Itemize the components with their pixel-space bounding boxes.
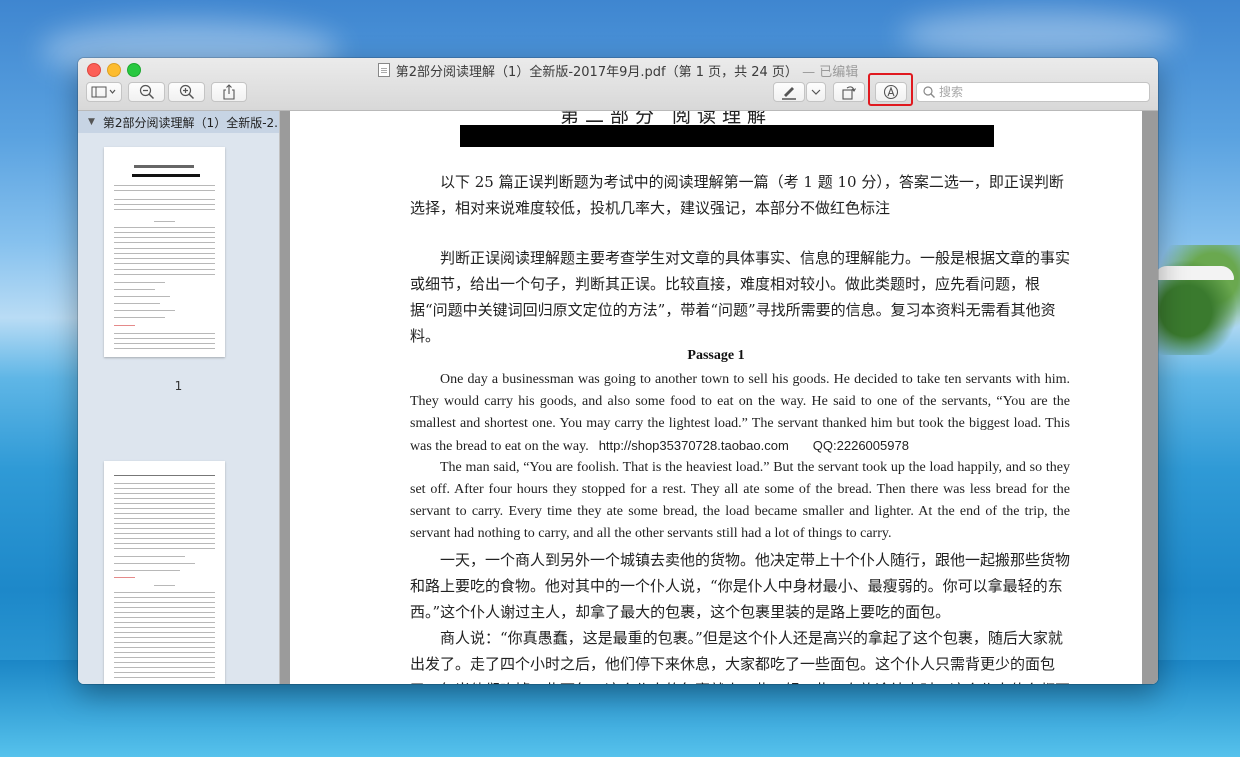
chinese-translation-2: 商人说：“你真愚蠢，这是最重的包裹。”但是这个仆人还是高兴的拿起了这个包裹，随后… xyxy=(410,629,1070,684)
preview-window: 第2部分阅读理解（1）全新版-2017年9月.pdf（第 1 页，共 24 页）… xyxy=(78,58,1158,684)
search-icon xyxy=(923,86,935,98)
document-viewer[interactable]: 第二部分 阅读理解 以下 25 篇正误判断题为考试中的阅读理解第一篇（考 1 题… xyxy=(280,111,1158,684)
watermark-qq: QQ:2226005978 xyxy=(812,438,909,453)
thumbnail-sidebar: ▼ 第2部分阅读理解（1）全新版-2... 1 xyxy=(78,111,280,684)
pen-icon xyxy=(782,87,796,100)
zoom-out-icon xyxy=(139,84,154,100)
edited-status: — 已编辑 xyxy=(797,65,859,80)
titlebar: 第2部分阅读理解（1）全新版-2017年9月.pdf（第 1 页，共 24 页）… xyxy=(78,58,1158,111)
english-paragraph-1: One day a businessman was going to anoth… xyxy=(410,369,1070,458)
chinese-translation-1: 一天，一个商人到另外一个城镇去卖他的货物。他决定带上十个仆人随行，跟他一起搬那些… xyxy=(410,551,1071,621)
chevron-down-icon xyxy=(811,89,821,95)
passage-title: Passage 1 xyxy=(687,348,745,363)
search-input[interactable] xyxy=(935,85,1139,99)
window-title-text: 第2部分阅读理解（1）全新版-2017年9月.pdf（第 1 页，共 24 页） xyxy=(395,65,798,80)
guide-paragraph: 判断正误阅读理解题主要考查学生对文章的具体事实、信息的理解能力。一般是根据文章的… xyxy=(410,249,1071,345)
highlight-pen-button[interactable] xyxy=(773,82,805,102)
rotate-button[interactable] xyxy=(833,82,865,102)
sidebar-document-name: 第2部分阅读理解（1）全新版-2... xyxy=(102,115,279,130)
rotate-icon xyxy=(842,86,856,100)
share-button[interactable] xyxy=(211,82,247,102)
pdf-page: 第二部分 阅读理解 以下 25 篇正误判断题为考试中的阅读理解第一篇（考 1 题… xyxy=(290,111,1142,684)
thumbnail-page-number: 1 xyxy=(174,379,183,393)
zoom-in-button[interactable] xyxy=(168,82,205,102)
highlight-style-dropdown[interactable] xyxy=(806,82,826,102)
thumbnail-redaction xyxy=(132,174,200,177)
background-palms xyxy=(1150,245,1240,355)
watermark-url: http://shop35370728.taobao.com xyxy=(598,438,789,453)
page-thumbnail-2[interactable] xyxy=(104,461,225,684)
page-thumbnail-1[interactable] xyxy=(104,147,225,357)
zoom-in-icon xyxy=(179,84,194,100)
redaction-bar xyxy=(460,125,994,147)
background-umbrella xyxy=(1154,266,1234,280)
intro-paragraph: 以下 25 篇正误判断题为考试中的阅读理解第一篇（考 1 题 10 分），答案二… xyxy=(410,173,1064,217)
search-field[interactable] xyxy=(916,82,1150,102)
share-icon xyxy=(223,84,235,100)
window-title: 第2部分阅读理解（1）全新版-2017年9月.pdf（第 1 页，共 24 页）… xyxy=(78,61,1158,80)
english-paragraph-2: The man said, “You are foolish. That is … xyxy=(410,460,1070,541)
zoom-out-button[interactable] xyxy=(128,82,165,102)
disclosure-triangle-icon[interactable]: ▼ xyxy=(88,117,95,127)
annotation-highlight-box xyxy=(868,73,913,106)
sidebar-view-button[interactable] xyxy=(86,82,122,102)
background-cloud xyxy=(900,10,1180,60)
sidebar-toggle-icon xyxy=(91,86,116,98)
pdf-document-icon xyxy=(377,63,390,77)
thumbnail-heading xyxy=(134,165,194,168)
sidebar-document-row[interactable]: ▼ 第2部分阅读理解（1）全新版-2... xyxy=(78,111,279,133)
